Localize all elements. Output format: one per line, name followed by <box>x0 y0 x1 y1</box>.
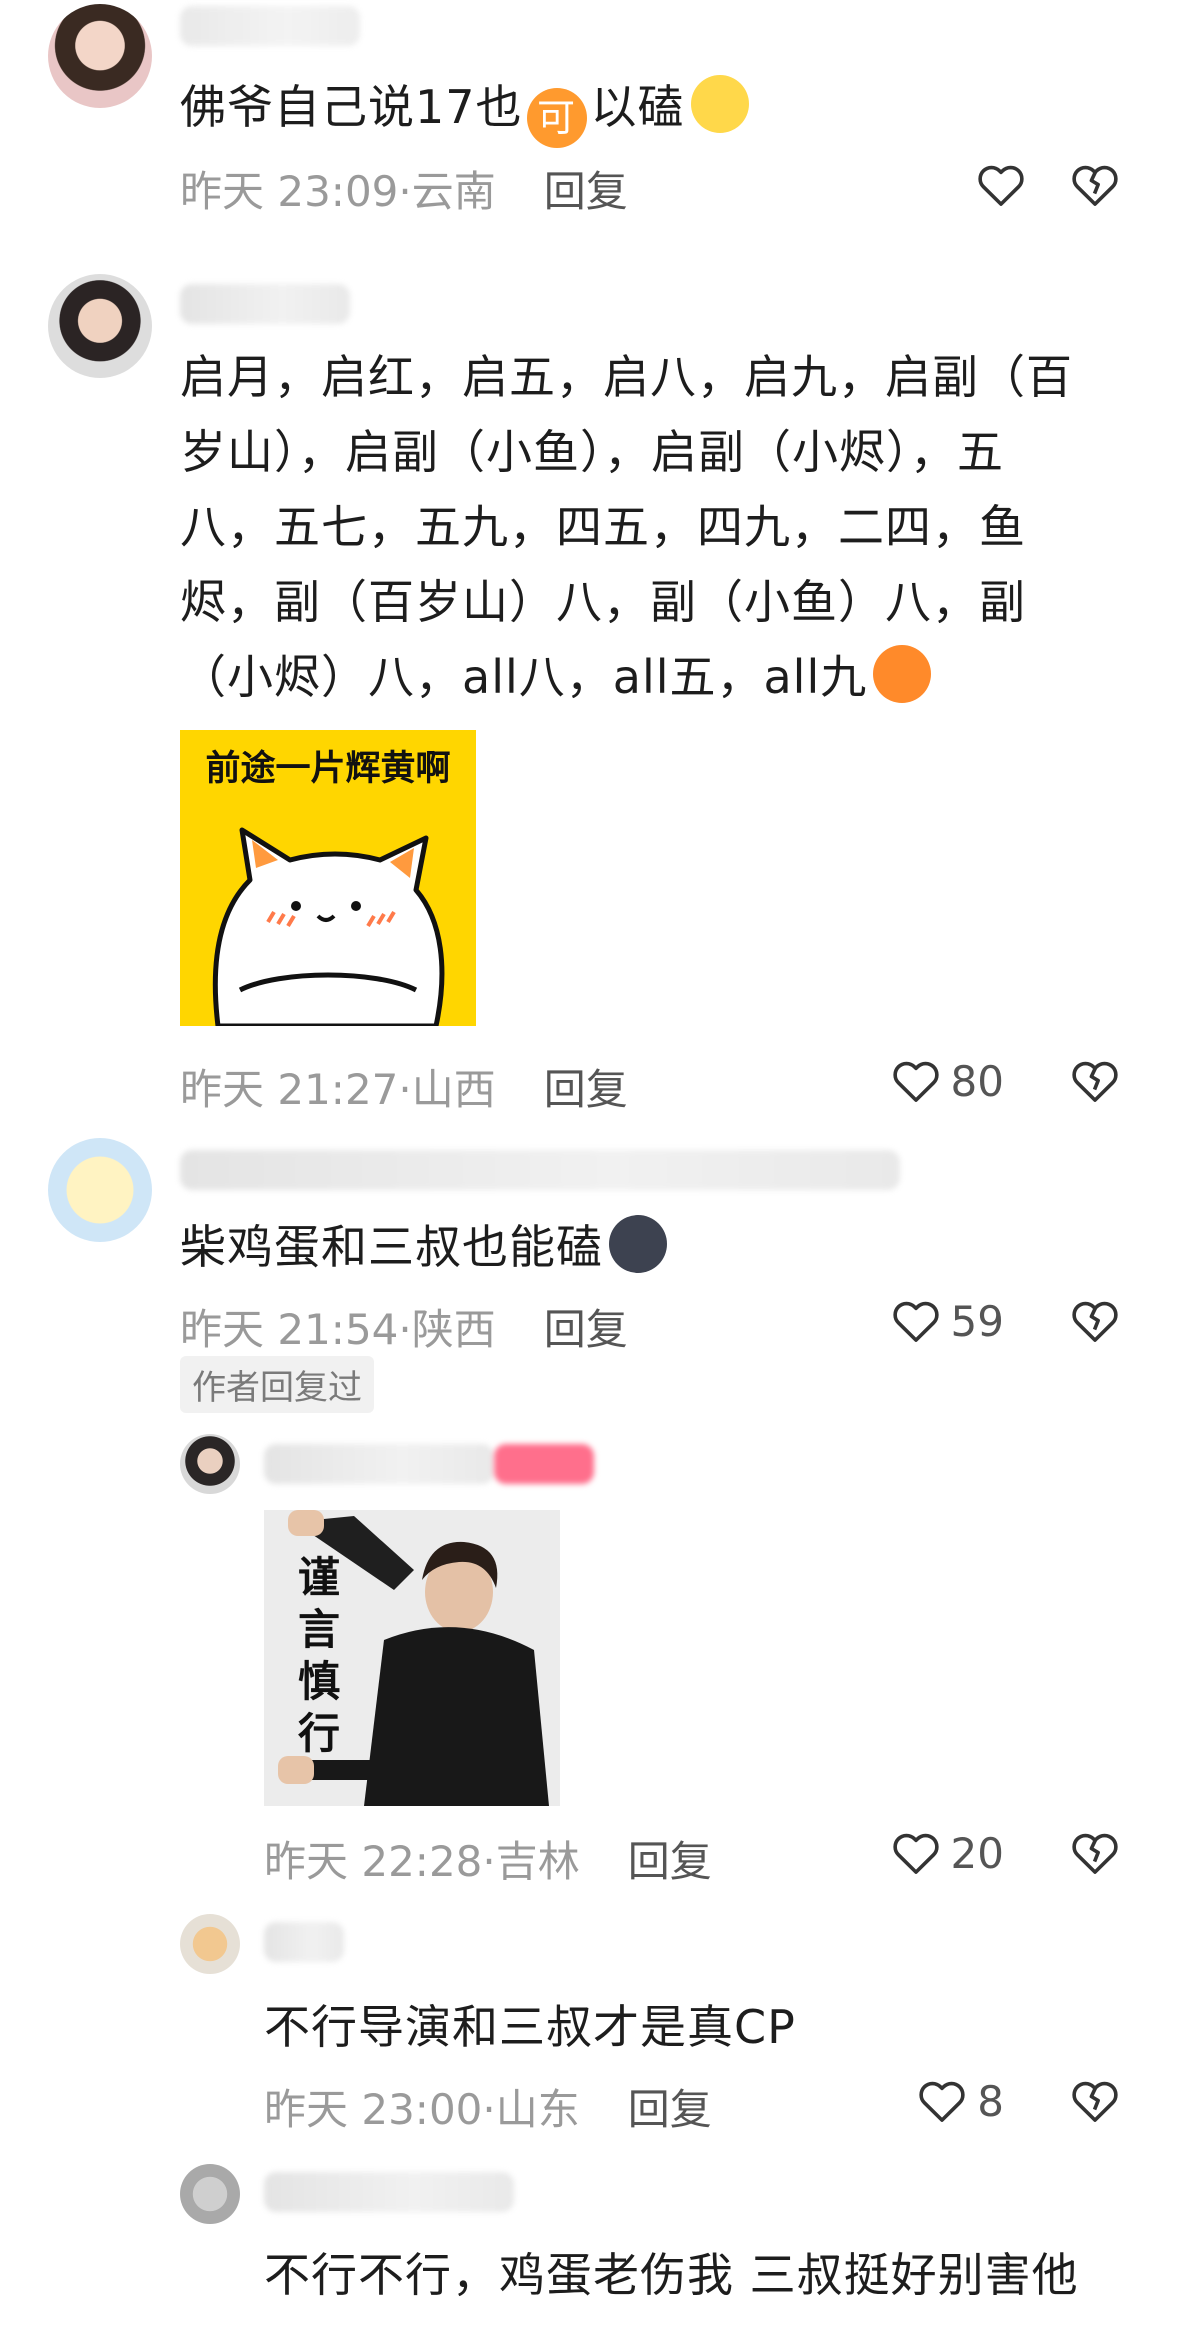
dislike-broken-heart-icon[interactable] <box>1068 1826 1122 1880</box>
avatar[interactable] <box>180 1434 240 1494</box>
dislike-broken-heart-icon[interactable] <box>1068 158 1122 212</box>
comment-text: 佛爷自己说17也可以磕 <box>180 70 749 148</box>
like-count: 80 <box>950 1056 1004 1106</box>
reply-2: 不行导演和三叔才是真CP 昨天 23:00·山东 回复 8 <box>0 1910 1180 2140</box>
timestamp-location: 昨天 23:09·云南 <box>180 167 496 216</box>
like-count: 59 <box>950 1296 1004 1346</box>
dark-face-emoji-icon <box>609 1215 667 1273</box>
comment-3: 柴鸡蛋和三叔也能磕 昨天 21:54·陕西 回复 59 作者回复过 <box>0 1130 1180 1420</box>
like-count: 8 <box>977 2076 1004 2126</box>
timestamp-location: 昨天 22:28·吉林 <box>264 1837 580 1886</box>
comment-meta: 昨天 21:54·陕西 回复 <box>180 1296 628 1357</box>
reply-button[interactable]: 回复 <box>544 1056 628 1117</box>
comment-text: 不行导演和三叔才是真CP <box>264 2000 796 2054</box>
username-blurred <box>264 2172 514 2212</box>
like-button[interactable]: 20 <box>889 1826 1004 1880</box>
comment-line: 启月，启红，启五，启八，启九，启副（百 <box>180 350 1073 404</box>
timestamp-location: 昨天 23:00·山东 <box>264 2085 580 2134</box>
user-tag-blurred <box>494 1444 594 1484</box>
reply-1: 谨 言 慎 行 昨天 22:28·吉林 回复 20 <box>0 1430 1180 1890</box>
cat-sticker-icon <box>212 827 445 1026</box>
username-blurred <box>180 1150 900 1190</box>
comment-meta: 昨天 23:09·云南 回复 <box>180 158 628 219</box>
sticker-image[interactable]: 前途一片辉黄啊 <box>180 730 476 1026</box>
dislike-broken-heart-icon[interactable] <box>1068 2074 1122 2128</box>
author-replied-badge: 作者回复过 <box>180 1356 374 1413</box>
comment-line: 岁山），启副（小鱼），启副（小烬），五 <box>180 425 1004 479</box>
dislike-broken-heart-icon[interactable] <box>1068 1294 1122 1348</box>
like-button[interactable]: 8 <box>915 2074 1004 2128</box>
username-blurred <box>264 1922 344 1962</box>
reply-button[interactable]: 回复 <box>628 1828 712 1889</box>
reply-button[interactable]: 回复 <box>544 1296 628 1357</box>
comment-meta: 昨天 21:27·山西 回复 <box>180 1056 628 1117</box>
heart-icon <box>978 165 1024 206</box>
like-count: 20 <box>950 1828 1004 1878</box>
man-in-suit-sticker-icon <box>278 1510 549 1806</box>
comment-text: 柴鸡蛋和三叔也能磕 <box>180 1210 667 1285</box>
timestamp-location: 昨天 21:54·陕西 <box>180 1305 496 1354</box>
comment-2: 启月，启红，启五，启八，启九，启副（百 岁山），启副（小鱼），启副（小烬），五 … <box>0 270 1180 1120</box>
like-button[interactable] <box>974 158 1028 212</box>
reply-button[interactable]: 回复 <box>628 2076 712 2137</box>
heart-icon <box>892 1061 939 1102</box>
timestamp-location: 昨天 21:27·山西 <box>180 1065 496 1114</box>
comment-line-last: （小烬）八，all八，all五，all九 <box>180 640 1140 715</box>
comment-text: 不行不行，鸡蛋老伤我 三叔挺好别害他 <box>264 2248 1079 2302</box>
comment-1: 佛爷自己说17也可以磕 昨天 23:09·云南 回复 <box>0 0 1180 230</box>
avatar[interactable] <box>48 4 152 108</box>
hot-face-emoji-icon <box>690 75 749 133</box>
reply-button[interactable]: 回复 <box>544 158 628 219</box>
avatar[interactable] <box>180 1914 240 1974</box>
comment-meta: 昨天 23:00·山东 回复 <box>264 2076 712 2137</box>
username-blurred <box>264 1444 494 1484</box>
username-blurred <box>180 284 350 324</box>
reply-3: 不行不行，鸡蛋老伤我 三叔挺好别害他 <box>0 2160 1180 2326</box>
dislike-broken-heart-icon[interactable] <box>1068 1054 1122 1108</box>
comment-meta: 昨天 22:28·吉林 回复 <box>264 1828 712 1889</box>
comment-line: 八，五七，五九，四五，四九，二四，鱼 <box>180 500 1026 554</box>
like-button[interactable]: 59 <box>889 1294 1004 1348</box>
heart-icon <box>892 1301 939 1342</box>
heart-eyes-emoji-icon <box>873 645 932 703</box>
sticker-caption: 前途一片辉黄啊 <box>205 749 451 789</box>
comment-line: 烬，副（百岁山）八，副（小鱼）八，副 <box>180 575 1026 629</box>
heart-icon <box>919 2081 965 2122</box>
avatar[interactable] <box>48 1138 152 1242</box>
username-blurred <box>180 6 360 46</box>
sticker-image[interactable]: 谨 言 慎 行 <box>264 1510 560 1806</box>
avatar[interactable] <box>180 2164 240 2224</box>
like-button[interactable]: 80 <box>889 1054 1004 1108</box>
avatar[interactable] <box>48 274 152 378</box>
comment-text: 启月，启红，启五，启八，启九，启副（百 岁山），启副（小鱼），启副（小烬），五 … <box>180 340 1140 715</box>
heart-icon <box>892 1833 939 1874</box>
keyword-search-icon[interactable]: 可 <box>526 88 587 148</box>
